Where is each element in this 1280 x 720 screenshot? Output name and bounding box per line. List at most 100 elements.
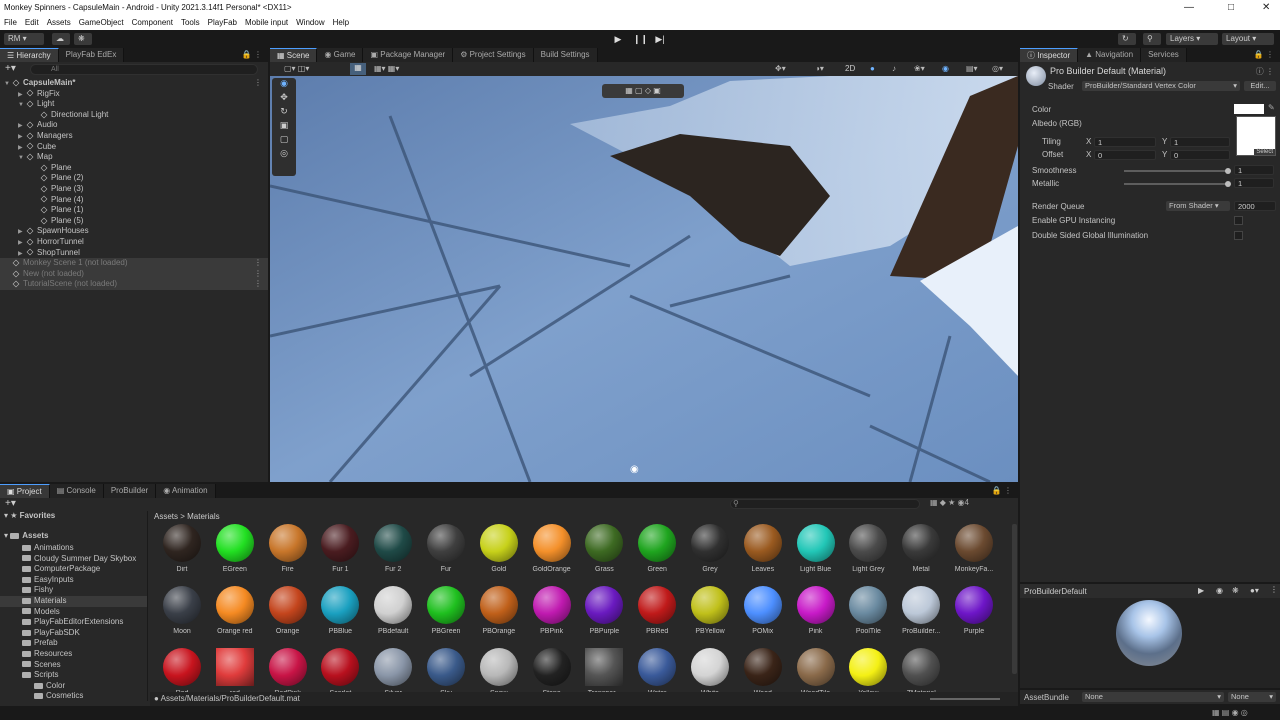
offset-x-field[interactable]: 0 [1094, 150, 1156, 160]
component-menu-icon[interactable]: ⓘ ⋮ [1256, 66, 1274, 77]
material-asset[interactable]: GoldOrange [528, 524, 576, 573]
material-asset[interactable]: Gold [475, 524, 523, 573]
filter-icons[interactable]: ▦ ◆ ★ ◉4 [930, 498, 969, 507]
menu-window[interactable]: Window [292, 16, 328, 30]
folder-item[interactable]: ComputerPackage [0, 564, 147, 575]
menu-mobile-input[interactable]: Mobile input [241, 16, 292, 30]
hierarchy-item[interactable]: Plane [0, 163, 268, 174]
project-search-input[interactable]: ⚲ [730, 499, 920, 509]
material-asset[interactable]: Leaves [739, 524, 787, 573]
offset-y-field[interactable]: 0 [1170, 150, 1230, 160]
material-asset[interactable]: Fur 2 [369, 524, 417, 573]
preview-play-icon[interactable]: ▶ [1198, 586, 1204, 595]
search-icon[interactable]: ⚲ [1143, 33, 1161, 45]
tab-build-settings[interactable]: Build Settings [533, 48, 598, 62]
shading-mode-icon[interactable]: ◑▾ [815, 64, 824, 73]
menu-assets[interactable]: Assets [43, 16, 75, 30]
material-asset[interactable]: Fur [422, 524, 470, 573]
material-asset[interactable]: Snow [475, 648, 523, 692]
material-asset[interactable]: Dirt [158, 524, 206, 573]
hierarchy-item[interactable]: ▶ Audio [0, 120, 268, 131]
tab-inspector[interactable]: ⓘ Inspector [1020, 48, 1079, 62]
collab-icon[interactable]: ❋ [74, 33, 92, 45]
metallic-slider[interactable] [1124, 183, 1230, 185]
breadcrumb-materials[interactable]: Materials [187, 512, 219, 521]
step-icon[interactable]: ▶| [653, 33, 667, 45]
material-asset[interactable]: Pink [792, 586, 840, 635]
preview-light-icon[interactable]: ❋ [1232, 586, 1239, 595]
grid-scrollbar[interactable] [1012, 524, 1017, 674]
material-asset[interactable]: Orange [264, 586, 312, 635]
material-asset[interactable]: Red [158, 648, 206, 692]
tab-project-settings[interactable]: ⚙ Project Settings [453, 48, 534, 62]
menu-component[interactable]: Component [128, 16, 177, 30]
menu-edit[interactable]: Edit [21, 16, 43, 30]
material-asset[interactable]: Metal [897, 524, 945, 573]
material-preview-sphere[interactable] [1116, 600, 1182, 666]
material-asset[interactable]: PBPink [528, 586, 576, 635]
hierarchy-item[interactable]: ▶ ShopTunnel [0, 248, 268, 259]
inspector-menu-icon[interactable]: 🔒 ⋮ [1254, 50, 1274, 59]
folder-item[interactable]: PlayFabSDK [0, 628, 147, 639]
view-tool-icon[interactable]: ◉ [272, 78, 296, 92]
material-asset[interactable]: Light Blue [792, 524, 840, 573]
smoothness-field[interactable]: 1 [1234, 165, 1274, 175]
material-asset[interactable]: red [211, 648, 259, 692]
material-asset[interactable]: Transpar... [580, 648, 628, 692]
grid-snap-icon[interactable]: ▦ [350, 63, 366, 75]
toggle-2d-button[interactable]: 2D [845, 64, 855, 73]
material-asset[interactable]: ProBuilder... [897, 586, 945, 635]
close-icon[interactable]: ✕ [1262, 2, 1270, 13]
scene-menu-icon[interactable]: ⋮ [254, 78, 262, 89]
tab-console[interactable]: ▤ Console [49, 484, 104, 498]
rect-tool-icon[interactable]: ▢ [272, 134, 296, 148]
move-gizmo-icon[interactable]: ✥▾ [775, 64, 786, 73]
tab-project[interactable]: ▣ Project [0, 484, 50, 498]
hierarchy-item[interactable]: ▶ Managers [0, 131, 268, 142]
select-texture-button[interactable]: Select [1254, 149, 1275, 155]
material-asset[interactable]: PBGreen [422, 586, 470, 635]
breadcrumb-assets[interactable]: Assets [154, 512, 178, 521]
material-asset[interactable]: Fire [264, 524, 312, 573]
material-asset[interactable]: Silver [369, 648, 417, 692]
project-tab-menu-icon[interactable]: 🔒 ⋮ [992, 486, 1012, 495]
rotate-tool-icon[interactable]: ↻ [272, 106, 296, 120]
scene-menu-icon[interactable]: ⋮ [254, 279, 262, 290]
layout-dropdown[interactable]: Layout ▾ [1222, 33, 1274, 45]
folder-item[interactable]: Color [0, 681, 147, 692]
color-swatch[interactable] [1234, 104, 1264, 114]
hierarchy-item[interactable]: ▶ HorrorTunnel [0, 237, 268, 248]
hierarchy-item[interactable]: ▶ RigFix [0, 89, 268, 100]
preview-menu-icon[interactable]: ⋮ [1270, 585, 1278, 594]
assetbundle-dropdown[interactable]: None ▾ [1082, 692, 1224, 702]
material-asset[interactable]: White [686, 648, 734, 692]
hierarchy-item[interactable]: Plane (3) [0, 184, 268, 195]
hierarchy-item[interactable]: ▶ SpawnHouses [0, 226, 268, 237]
tiling-x-field[interactable]: 1 [1094, 137, 1156, 147]
material-asset[interactable]: Scarlet [316, 648, 364, 692]
folder-item[interactable]: Materials [0, 595, 147, 607]
menu-tools[interactable]: Tools [177, 16, 204, 30]
eyedropper-icon[interactable]: ✎ [1268, 103, 1275, 112]
assets-root-item[interactable]: ▾ Assets [0, 531, 147, 543]
material-asset[interactable]: MonkeyFa... [950, 524, 998, 573]
scene-menu-icon[interactable]: ⋮ [254, 258, 262, 269]
material-asset[interactable]: PBdefault [369, 586, 417, 635]
folder-item[interactable]: Cloudy Summer Day Skybox [0, 554, 147, 565]
folder-item[interactable]: Animations [0, 543, 147, 554]
tab-game[interactable]: ◉ Game [317, 48, 364, 62]
folder-item[interactable]: Fishy [0, 585, 147, 596]
folder-item[interactable]: PlayFabEditorExtensions [0, 617, 147, 628]
render-queue-dropdown[interactable]: From Shader ▾ [1166, 201, 1230, 211]
metallic-field[interactable]: 1 [1234, 178, 1274, 188]
move-tool-icon[interactable]: ✥ [272, 92, 296, 106]
edit-shader-button[interactable]: Edit... [1244, 81, 1276, 91]
material-asset[interactable]: ZMaterial [897, 648, 945, 692]
probuilder-mode-toolbar[interactable]: ▦ ▢ ◇ ▣ [602, 84, 684, 98]
hierarchy-search-input[interactable]: All [30, 64, 258, 75]
material-asset[interactable]: Sky [422, 648, 470, 692]
pause-icon[interactable]: ❙❙ [633, 33, 648, 45]
menu-gameobject[interactable]: GameObject [75, 16, 128, 30]
albedo-texture-slot[interactable]: Select [1236, 116, 1276, 156]
folder-item[interactable]: Models [0, 607, 147, 618]
